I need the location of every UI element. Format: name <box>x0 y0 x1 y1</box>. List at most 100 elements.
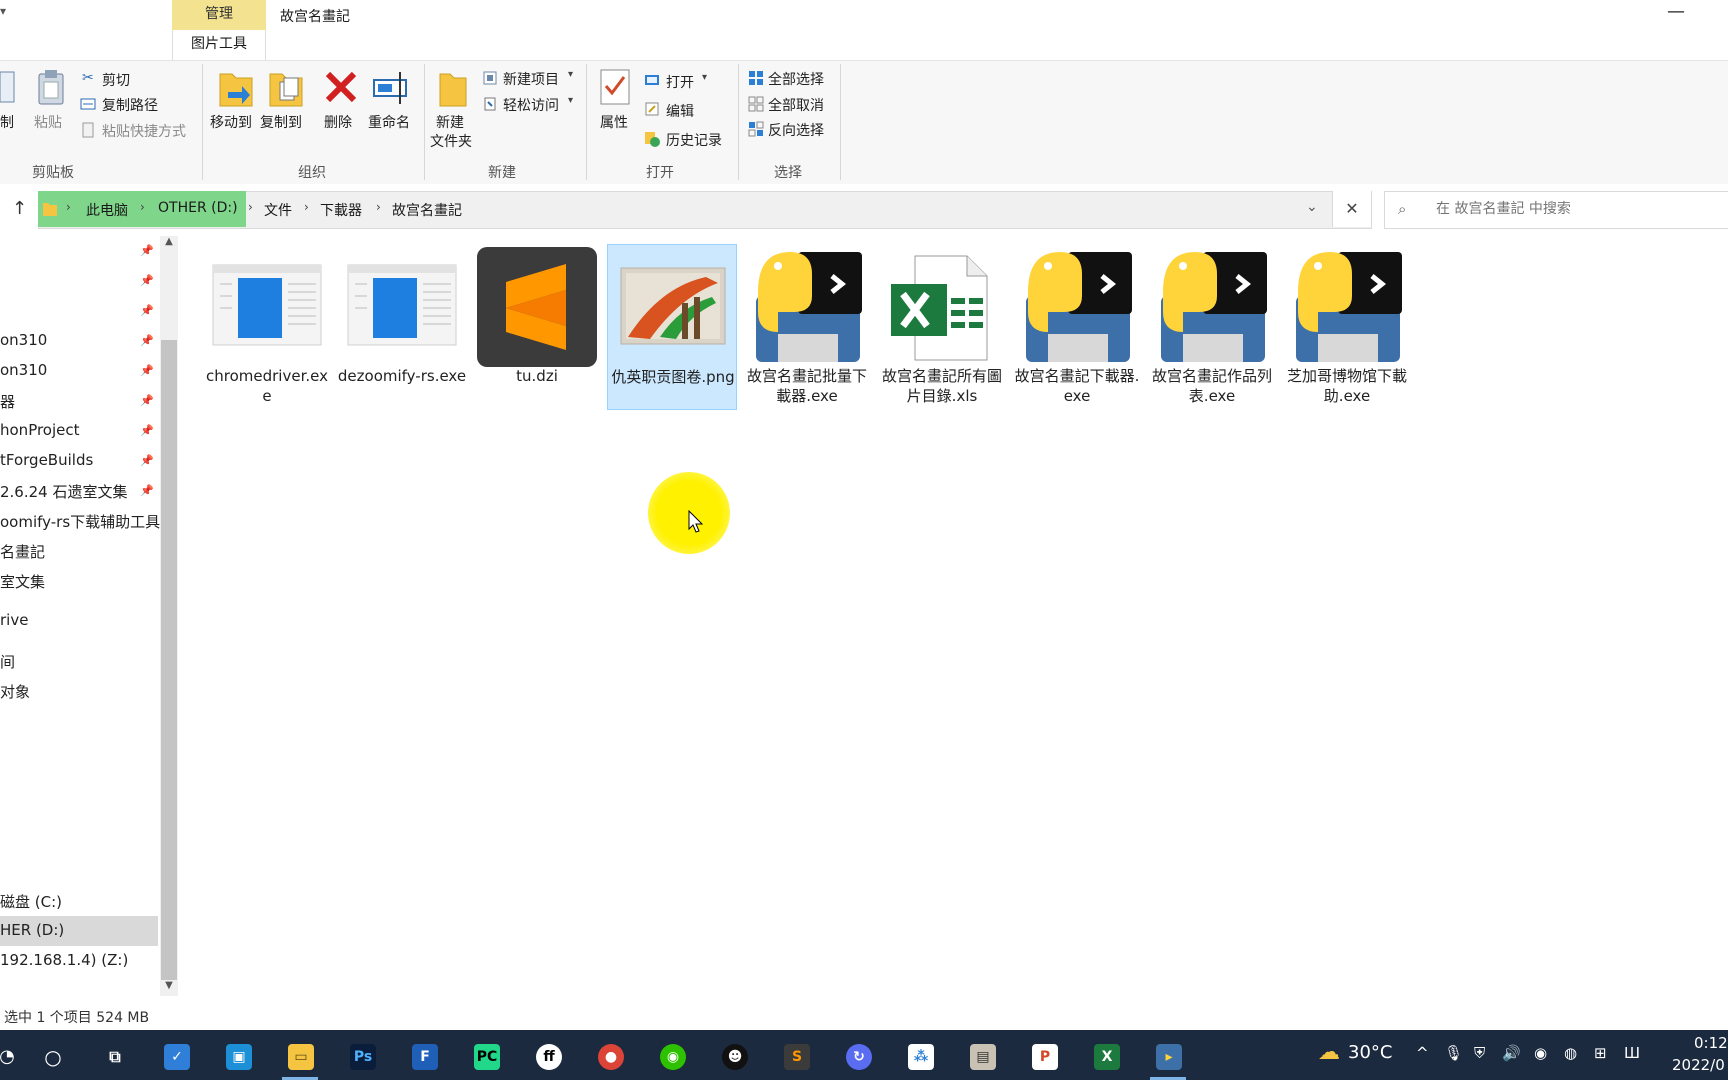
up-arrow-icon[interactable]: ↑ <box>12 198 27 219</box>
image-viewer-icon[interactable]: ▤ <box>958 1034 1006 1080</box>
pin-icon[interactable]: 📌 <box>140 424 154 437</box>
breadcrumb-files[interactable]: 文件 <box>264 200 292 220</box>
volume-icon[interactable]: 🔊 <box>1502 1044 1521 1062</box>
foxit-icon[interactable]: F <box>400 1034 448 1080</box>
tab-manage[interactable]: 管理 <box>172 0 266 30</box>
easy-access-dropdown-icon[interactable]: ▾ <box>568 95 573 106</box>
pycharm-icon[interactable]: PC <box>462 1034 510 1080</box>
chevron-up-icon[interactable]: ^ <box>1416 1044 1429 1062</box>
new-item-dropdown-icon[interactable]: ▾ <box>568 69 573 80</box>
sync-app-icon[interactable]: ↻ <box>834 1034 882 1080</box>
file-item[interactable]: 芝加哥博物馆下載助.exe <box>1282 244 1412 410</box>
new-folder-button[interactable]: 新建 <box>436 112 464 132</box>
search-input[interactable] <box>1434 200 1718 218</box>
pin-icon[interactable]: 📌 <box>140 274 154 287</box>
copy-icon[interactable] <box>0 68 16 108</box>
new-folder-button-line2[interactable]: 文件夹 <box>430 131 472 151</box>
python-taskbar-icon[interactable]: ▸ <box>1144 1034 1192 1080</box>
minimize-button[interactable]: — <box>1664 2 1688 26</box>
paste-shortcut-button[interactable]: 粘贴快捷方式 <box>102 121 186 141</box>
input-method-icon[interactable]: ⊞ <box>1594 1044 1607 1062</box>
history-button[interactable]: 历史记录 <box>666 130 722 150</box>
breadcrumb-current[interactable]: 故宫名畫記 <box>392 200 462 220</box>
chevron-right-icon[interactable]: › <box>304 200 309 214</box>
nav-item[interactable]: on310 <box>0 361 47 379</box>
file-item-selected[interactable]: 仇英职贡图卷.png <box>607 244 737 410</box>
search-taskbar-icon[interactable]: ○ <box>28 1034 76 1080</box>
nav-item[interactable]: 器 <box>0 391 15 412</box>
file-item[interactable]: 故宫名畫記下載器.exe <box>1012 244 1142 410</box>
microphone-icon[interactable]: 🎙 <box>1444 1044 1463 1062</box>
paste-button[interactable]: 粘贴 <box>34 112 62 132</box>
nav-scrollbar-thumb[interactable] <box>161 340 177 980</box>
vmware-icon[interactable]: ▣ <box>214 1034 262 1080</box>
nav-item-network-z[interactable]: 192.168.1.4) (Z:) <box>0 951 128 969</box>
file-item[interactable]: chromedriver.exe <box>202 244 332 410</box>
task-view-icon[interactable]: ⧉ <box>90 1034 138 1080</box>
photoshop-icon[interactable]: Ps <box>338 1034 386 1080</box>
pin-icon[interactable]: 📌 <box>140 394 154 407</box>
nav-item[interactable]: 2.6.24 石遗室文集 <box>0 481 127 502</box>
address-history-dropdown-icon[interactable]: ⌄ <box>1306 199 1318 215</box>
delete-button[interactable]: 删除 <box>324 112 352 132</box>
edit-button[interactable]: 编辑 <box>666 101 694 121</box>
clock-date[interactable]: 2022/0 <box>1672 1056 1725 1074</box>
delete-icon[interactable] <box>324 70 358 104</box>
file-item[interactable]: tu.dzi <box>472 244 602 410</box>
properties-icon[interactable] <box>598 68 632 108</box>
file-item[interactable]: 故宫名畫記批量下載器.exe <box>742 244 872 410</box>
qq-icon[interactable]: ☻ <box>710 1034 758 1080</box>
open-dropdown-icon[interactable]: ▾ <box>702 72 707 83</box>
nav-item-drive-d[interactable]: HER (D:) <box>0 921 64 939</box>
move-to-button[interactable]: 移动到 <box>210 112 252 132</box>
nav-item[interactable]: 室文集 <box>0 571 45 592</box>
clock-time[interactable]: 0:12 <box>1694 1034 1728 1052</box>
ime-icon[interactable]: Ш <box>1624 1044 1640 1062</box>
mail-app-icon[interactable]: ✓ <box>152 1034 200 1080</box>
rename-icon[interactable] <box>372 70 412 106</box>
nav-item[interactable]: 对象 <box>0 681 30 702</box>
network-app-icon[interactable]: ⁂ <box>896 1034 944 1080</box>
chevron-right-icon[interactable]: › <box>376 200 381 214</box>
rename-button[interactable]: 重命名 <box>368 112 410 132</box>
excel-taskbar-icon[interactable]: X <box>1082 1034 1130 1080</box>
file-item[interactable]: dezoomify-rs.exe <box>337 244 467 410</box>
chevron-right-icon[interactable]: › <box>66 200 71 214</box>
clear-address-icon[interactable]: ✕ <box>1332 191 1371 227</box>
new-item-button[interactable]: 新建项目 <box>503 69 559 89</box>
powerpoint-icon[interactable]: P <box>1020 1034 1068 1080</box>
weather-temperature[interactable]: 30°C <box>1348 1042 1392 1063</box>
breadcrumb-this-pc[interactable]: 此电脑 <box>86 200 128 220</box>
scroll-up-icon[interactable]: ▲ <box>160 236 178 247</box>
breadcrumb-downloader[interactable]: 下載器 <box>320 200 362 220</box>
tab-picture-tools[interactable]: 图片工具 <box>172 30 266 60</box>
chevron-right-icon[interactable]: › <box>140 200 145 214</box>
new-folder-icon[interactable] <box>438 68 468 108</box>
nav-item[interactable]: on310 <box>0 331 47 349</box>
nav-item[interactable]: rive <box>0 611 28 629</box>
open-button[interactable]: 打开 <box>666 72 694 92</box>
pin-icon[interactable]: 📌 <box>140 304 154 317</box>
chevron-right-icon[interactable]: › <box>248 200 253 214</box>
pin-icon[interactable]: 📌 <box>140 244 154 257</box>
nav-item[interactable]: tForgeBuilds <box>0 451 93 469</box>
select-all-button[interactable]: 全部选择 <box>768 69 824 89</box>
select-none-button[interactable]: 全部取消 <box>768 95 824 115</box>
quick-access-dropdown-icon[interactable]: ▾ <box>0 4 6 18</box>
pin-icon[interactable]: 📌 <box>140 334 154 347</box>
record-icon[interactable]: ◉ <box>1534 1044 1547 1062</box>
move-to-icon[interactable] <box>218 66 254 108</box>
copy-button[interactable]: 制 <box>0 112 14 132</box>
nav-item[interactable]: 名畫記 <box>0 541 45 562</box>
paste-icon[interactable] <box>36 68 66 108</box>
chrome-icon[interactable]: ● <box>586 1034 634 1080</box>
pin-icon[interactable]: 📌 <box>140 484 154 497</box>
nav-item[interactable]: honProject <box>0 421 80 439</box>
scroll-down-icon[interactable]: ▼ <box>160 980 178 991</box>
file-item[interactable]: 故宫名畫記作品列表.exe <box>1147 244 1277 410</box>
breadcrumb-drive-d[interactable]: OTHER (D:) <box>158 200 238 216</box>
copy-to-icon[interactable] <box>268 66 304 108</box>
security-icon[interactable]: ⛨ <box>1474 1044 1485 1062</box>
nav-item-drive-c[interactable]: 磁盘 (C:) <box>0 891 62 912</box>
pin-icon[interactable]: 📌 <box>140 454 154 467</box>
